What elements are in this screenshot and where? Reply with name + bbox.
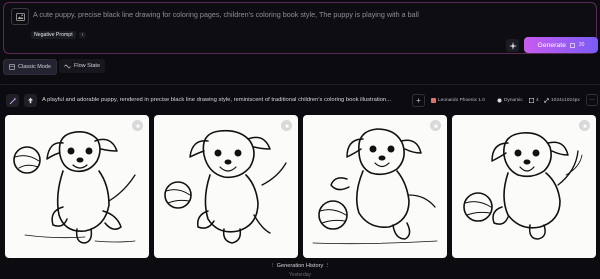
prompt-enhance-button[interactable] bbox=[506, 39, 519, 52]
token-icon bbox=[569, 42, 575, 48]
tab-label: Classic Mode bbox=[18, 64, 52, 70]
favorite-button[interactable] bbox=[281, 120, 292, 131]
favorite-button[interactable] bbox=[579, 120, 590, 131]
style-icon bbox=[497, 98, 502, 103]
favorite-button[interactable] bbox=[430, 120, 441, 131]
drag-handle-icon: ⋮ bbox=[324, 263, 331, 269]
chevron-left-icon[interactable]: ‹ bbox=[78, 32, 87, 38]
history-title: Generation History bbox=[276, 263, 324, 269]
sparkle-icon bbox=[508, 41, 517, 50]
image-count: 4 bbox=[536, 98, 539, 103]
generation-tools-button[interactable] bbox=[6, 94, 19, 107]
prompt-panel: A cute puppy, precise black line drawing… bbox=[3, 2, 598, 54]
tab-label: Flow State bbox=[74, 63, 100, 69]
style-name: Dynamic bbox=[504, 98, 523, 103]
generate-label: Generate bbox=[537, 41, 566, 49]
generation-history-toggle[interactable]: ⋮ Generation History ⋮ bbox=[0, 263, 600, 269]
negative-prompt-label[interactable]: Negative Prompt bbox=[31, 31, 76, 39]
model-name: Leonardo Phoenix 1.0 bbox=[438, 98, 485, 103]
generate-button[interactable]: Generate 20 bbox=[524, 37, 598, 53]
drag-handle-icon: ⋮ bbox=[269, 263, 277, 269]
negative-prompt-toggle[interactable]: Negative Prompt ‹ bbox=[31, 30, 87, 40]
image-size: 1024x1024px bbox=[551, 98, 580, 103]
image-count-icon bbox=[529, 98, 534, 103]
prompt-input[interactable]: A cute puppy, precise black line drawing… bbox=[33, 10, 419, 19]
image-icon bbox=[15, 12, 25, 21]
arrow-up-icon bbox=[28, 97, 33, 104]
image-prompt-button[interactable] bbox=[11, 8, 29, 25]
classic-mode-icon bbox=[9, 64, 15, 70]
flow-state-icon bbox=[64, 64, 71, 68]
image-card[interactable] bbox=[303, 115, 447, 258]
puppy-drawing bbox=[312, 128, 438, 245]
favorite-button[interactable] bbox=[132, 120, 143, 131]
star-icon bbox=[135, 123, 140, 128]
style-info: Dynamic bbox=[497, 98, 523, 103]
generation-prompt: A playful and adorable puppy, rendered i… bbox=[42, 97, 392, 103]
puppy-drawing bbox=[463, 131, 583, 240]
mode-tabs: Classic Mode Flow State bbox=[3, 59, 105, 75]
generation-header: A playful and adorable puppy, rendered i… bbox=[3, 94, 598, 109]
star-icon bbox=[582, 123, 587, 128]
generate-cost: 20 bbox=[578, 42, 585, 48]
image-card[interactable] bbox=[154, 115, 298, 258]
tab-flow-state[interactable]: Flow State bbox=[59, 59, 105, 73]
puppy-drawing bbox=[13, 131, 136, 244]
star-icon bbox=[284, 123, 289, 128]
puppy-drawing bbox=[164, 129, 287, 244]
tab-classic-mode[interactable]: Classic Mode bbox=[3, 59, 58, 75]
divider bbox=[0, 84, 600, 85]
dimensions-icon bbox=[544, 98, 549, 103]
size-info: 1024x1024px bbox=[544, 98, 580, 103]
image-card[interactable] bbox=[5, 115, 149, 258]
scroll-up-button[interactable] bbox=[24, 94, 37, 107]
history-date-label: Yesterday bbox=[288, 272, 312, 278]
more-options-button[interactable]: ··· bbox=[586, 94, 598, 106]
magic-wand-icon bbox=[9, 97, 16, 104]
image-card[interactable] bbox=[452, 115, 596, 258]
model-icon bbox=[431, 98, 436, 103]
count-info: 4 bbox=[529, 98, 539, 103]
star-icon bbox=[433, 123, 438, 128]
reuse-prompt-button[interactable]: + bbox=[412, 94, 425, 107]
model-info: Leonardo Phoenix 1.0 bbox=[431, 98, 485, 103]
